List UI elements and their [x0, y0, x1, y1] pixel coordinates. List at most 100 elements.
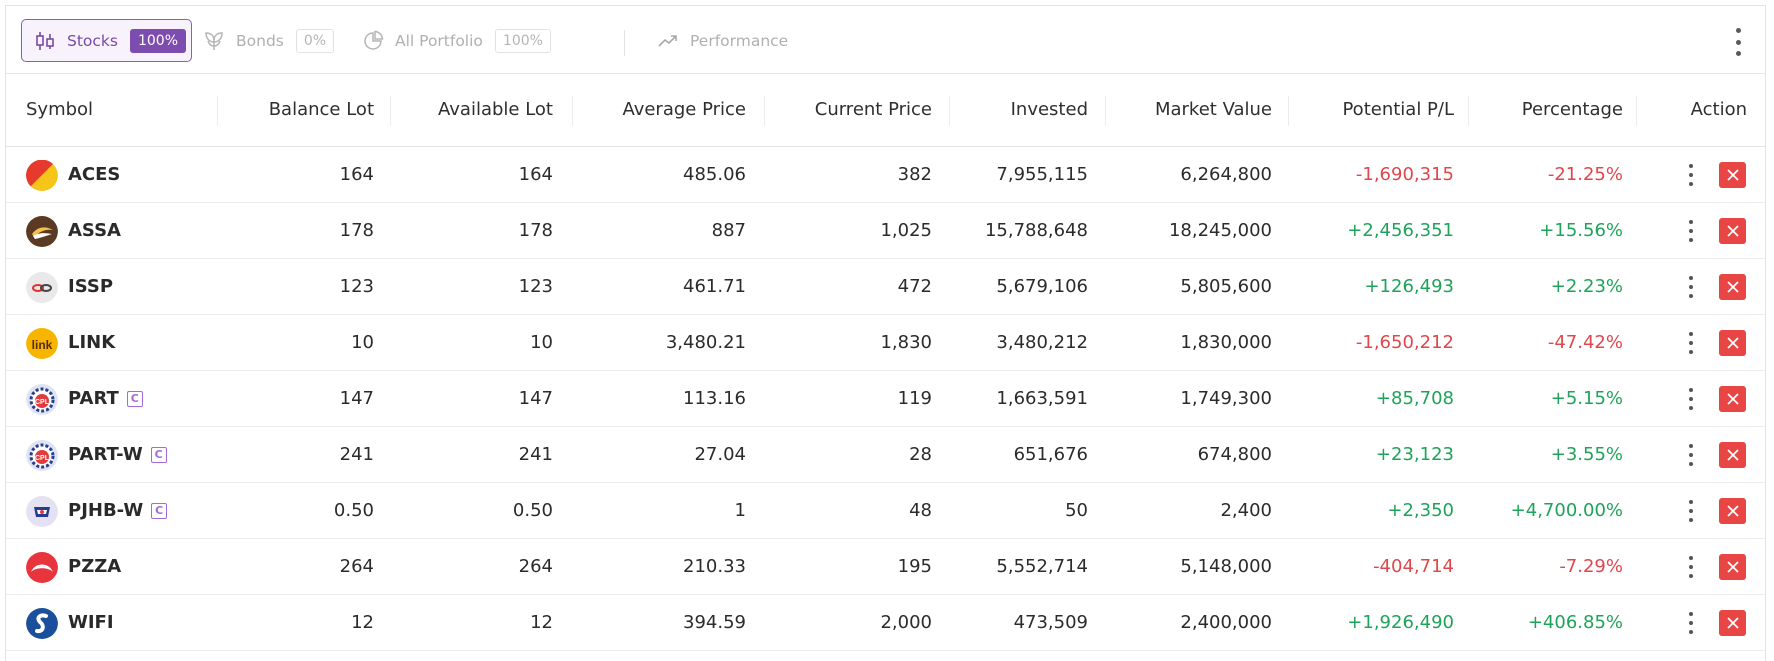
table-row[interactable]: PJHB-W C 0.50 0.50 1 48 50 2,400 +2,350 …: [6, 483, 1765, 539]
average-price-cell: 1: [734, 500, 746, 521]
column-header-symbol[interactable]: Symbol: [26, 74, 93, 146]
tab-all-portfolio-label: All Portfolio: [395, 31, 483, 50]
average-price-cell: 461.71: [683, 276, 746, 297]
ticker-symbol[interactable]: ASSA: [68, 203, 121, 258]
balance-lot-cell: 241: [339, 444, 374, 465]
available-lot-cell: 12: [530, 612, 553, 633]
column-header-available-lot[interactable]: Available Lot: [396, 74, 553, 146]
remove-button[interactable]: [1719, 610, 1746, 636]
ticker-symbol[interactable]: PJHB-W: [68, 483, 143, 538]
remove-button[interactable]: [1719, 386, 1746, 412]
table-header: Symbol Balance Lot Available Lot Average…: [6, 74, 1765, 147]
tab-all-portfolio[interactable]: All Portfolio 100%: [361, 19, 551, 62]
special-notation-badge: C: [151, 502, 168, 519]
column-divider: [1636, 96, 1637, 126]
available-lot-cell: 178: [518, 220, 553, 241]
market-value-cell: 5,805,600: [1180, 276, 1272, 297]
percentage-cell: -7.29%: [1559, 556, 1623, 577]
table-row[interactable]: link LINK 10 10 3,480.21 1,830 3,480,212…: [6, 315, 1765, 371]
current-price-cell: 1,830: [880, 332, 932, 353]
column-header-invested[interactable]: Invested: [946, 74, 1088, 146]
row-menu-icon[interactable]: [1688, 332, 1694, 354]
average-price-cell: 113.16: [683, 388, 746, 409]
symbol-cell: WIFI: [26, 595, 114, 650]
percentage-cell: +5.15%: [1550, 388, 1623, 409]
table-row[interactable]: ASSA 178 178 887 1,025 15,788,648 18,245…: [6, 203, 1765, 259]
column-header-potential-pl[interactable]: Potential P/L: [1276, 74, 1454, 146]
table-row[interactable]: PZZA 264 264 210.33 195 5,552,714 5,148,…: [6, 539, 1765, 595]
row-menu-icon[interactable]: [1688, 444, 1694, 466]
potential-pl-cell: +85,708: [1375, 388, 1454, 409]
portfolio-tab-bar: Stocks 100% Bonds 0% All Portfolio 100%: [6, 6, 1765, 74]
holdings-table-body: ACES 164 164 485.06 382 7,955,115 6,264,…: [6, 147, 1765, 651]
tab-performance[interactable]: Performance: [656, 19, 788, 62]
column-header-action: Action: [1690, 99, 1747, 120]
symbol-cell: PJHB-W C: [26, 483, 168, 538]
invested-cell: 15,788,648: [984, 220, 1088, 241]
company-logo: [26, 159, 58, 191]
market-value-cell: 6,264,800: [1180, 164, 1272, 185]
invested-cell: 5,679,106: [996, 276, 1088, 297]
close-icon: [1726, 505, 1739, 517]
row-menu-icon[interactable]: [1688, 612, 1694, 634]
tab-stocks[interactable]: Stocks 100%: [21, 19, 192, 62]
potential-pl-cell: -1,690,315: [1355, 164, 1454, 185]
tab-bonds[interactable]: Bonds 0%: [202, 19, 335, 62]
symbol-cell: link LINK: [26, 315, 115, 370]
ticker-symbol[interactable]: PART-W: [68, 427, 143, 482]
close-icon: [1726, 393, 1739, 405]
column-header-percentage[interactable]: Percentage: [1466, 74, 1623, 146]
table-row[interactable]: ISSP 123 123 461.71 472 5,679,106 5,805,…: [6, 259, 1765, 315]
symbol-cell: ISSP: [26, 259, 113, 314]
table-row[interactable]: WIFI 12 12 394.59 2,000 473,509 2,400,00…: [6, 595, 1765, 651]
more-options-icon[interactable]: [1735, 28, 1741, 56]
percentage-cell: +15.56%: [1539, 220, 1623, 241]
market-value-cell: 18,245,000: [1168, 220, 1272, 241]
remove-button[interactable]: [1719, 498, 1746, 524]
ticker-symbol[interactable]: ISSP: [68, 259, 113, 314]
symbol-cell: PZZA: [26, 539, 121, 594]
remove-button[interactable]: [1719, 274, 1746, 300]
symbol-cell: ASSA: [26, 203, 121, 258]
remove-button[interactable]: [1719, 218, 1746, 244]
ticker-symbol[interactable]: LINK: [68, 315, 115, 370]
column-divider: [217, 96, 218, 126]
balance-lot-cell: 264: [339, 556, 374, 577]
table-row[interactable]: CPL PART C 147 147 113.16 119 1,663,591 …: [6, 371, 1765, 427]
remove-button[interactable]: [1719, 554, 1746, 580]
row-menu-icon[interactable]: [1688, 220, 1694, 242]
remove-button[interactable]: [1719, 442, 1746, 468]
row-menu-icon[interactable]: [1688, 556, 1694, 578]
ticker-symbol[interactable]: PART: [68, 371, 119, 426]
remove-button[interactable]: [1719, 330, 1746, 356]
column-header-market-value[interactable]: Market Value: [1106, 74, 1272, 146]
column-divider: [390, 96, 391, 126]
current-price-cell: 195: [897, 556, 932, 577]
tab-divider: [624, 30, 625, 56]
row-menu-icon[interactable]: [1688, 388, 1694, 410]
column-header-balance-lot[interactable]: Balance Lot: [226, 74, 374, 146]
column-header-average-price[interactable]: Average Price: [576, 74, 746, 146]
row-menu-icon[interactable]: [1688, 500, 1694, 522]
portfolio-panel: Stocks 100% Bonds 0% All Portfolio 100%: [5, 5, 1766, 661]
percentage-cell: +4,700.00%: [1510, 500, 1623, 521]
close-icon: [1726, 617, 1739, 629]
pie-chart-icon: [361, 29, 385, 53]
remove-button[interactable]: [1719, 162, 1746, 188]
balance-lot-cell: 147: [339, 388, 374, 409]
column-header-current-price[interactable]: Current Price: [766, 74, 932, 146]
table-row[interactable]: ACES 164 164 485.06 382 7,955,115 6,264,…: [6, 147, 1765, 203]
column-divider: [764, 96, 765, 126]
ticker-symbol[interactable]: PZZA: [68, 539, 121, 594]
balance-lot-cell: 164: [339, 164, 374, 185]
balance-lot-cell: 0.50: [333, 500, 374, 521]
percentage-cell: -21.25%: [1547, 164, 1623, 185]
row-menu-icon[interactable]: [1688, 276, 1694, 298]
ticker-symbol[interactable]: ACES: [68, 147, 120, 202]
available-lot-cell: 123: [518, 276, 553, 297]
row-menu-icon[interactable]: [1688, 164, 1694, 186]
ticker-symbol[interactable]: WIFI: [68, 595, 114, 650]
table-row[interactable]: CPL PART-W C 241 241 27.04 28 651,676 67…: [6, 427, 1765, 483]
company-logo: [26, 215, 58, 247]
available-lot-cell: 164: [518, 164, 553, 185]
